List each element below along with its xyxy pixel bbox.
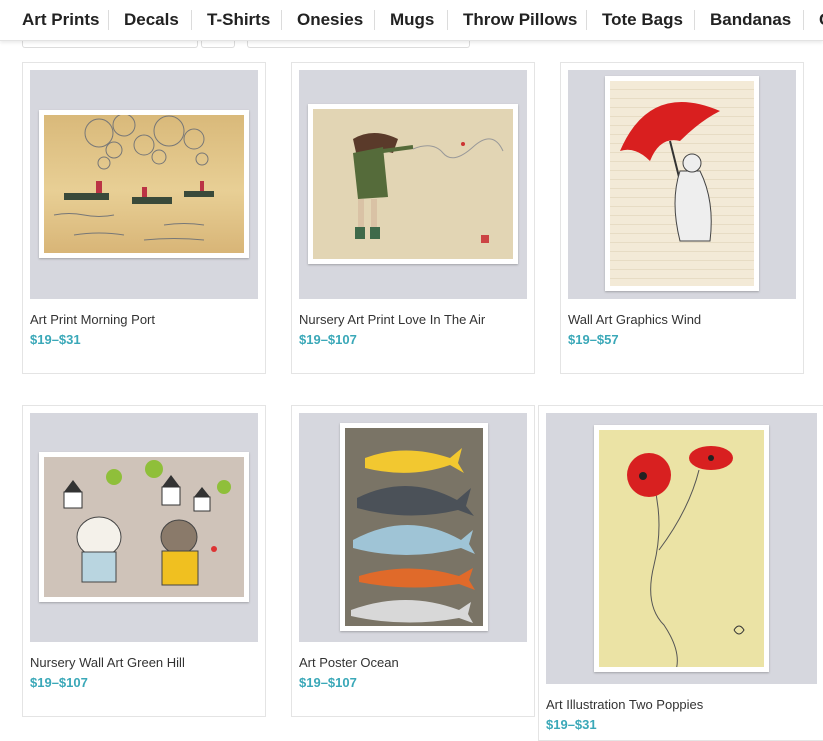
product-image-frame xyxy=(546,413,817,684)
product-card[interactable]: Nursery Wall Art Green Hill $19–$107 xyxy=(22,405,266,717)
nav-item-onesies[interactable]: Onesies xyxy=(297,0,363,40)
nav-divider xyxy=(694,10,695,30)
product-image-frame xyxy=(568,70,796,299)
product-card[interactable]: Nursery Art Print Love In The Air $19–$1… xyxy=(291,62,535,374)
nav-item-t-shirts[interactable]: T-Shirts xyxy=(207,0,270,40)
product-title[interactable]: Wall Art Graphics Wind xyxy=(568,312,701,327)
product-title[interactable]: Art Print Morning Port xyxy=(30,312,155,327)
nav-item-tote-bags[interactable]: Tote Bags xyxy=(602,0,683,40)
nav-item-art-prints[interactable]: Art Prints xyxy=(22,0,99,40)
whales-illustration-icon xyxy=(340,423,488,631)
product-card[interactable]: Art Poster Ocean $19–$107 xyxy=(291,405,535,717)
product-price: $19–$31 xyxy=(30,332,81,347)
nav-divider xyxy=(281,10,282,30)
product-image-frame xyxy=(30,413,258,642)
product-title[interactable]: Nursery Art Print Love In The Air xyxy=(299,312,485,327)
product-image-frame xyxy=(30,70,258,299)
boats-illustration-icon xyxy=(39,110,249,258)
nav-divider xyxy=(803,10,804,30)
product-image-frame xyxy=(299,413,527,642)
nav-item-throw-pillows[interactable]: Throw Pillows xyxy=(463,0,577,40)
nav-divider xyxy=(191,10,192,30)
product-card[interactable]: Wall Art Graphics Wind $19–$57 xyxy=(560,62,804,374)
nav-divider xyxy=(374,10,375,30)
product-card[interactable]: Art Illustration Two Poppies $19–$31 xyxy=(538,405,823,741)
product-title[interactable]: Art Poster Ocean xyxy=(299,655,399,670)
nav-item-bandanas[interactable]: Bandanas xyxy=(710,0,791,40)
poppies-illustration-icon xyxy=(594,425,769,672)
product-price: $19–$107 xyxy=(299,332,357,347)
nav-item-more[interactable]: C xyxy=(819,0,823,40)
nav-divider xyxy=(447,10,448,30)
nav-item-mugs[interactable]: Mugs xyxy=(390,0,434,40)
category-nav: Art Prints Decals T-Shirts Onesies Mugs … xyxy=(0,0,823,41)
product-image-frame xyxy=(299,70,527,299)
animals-village-illustration-icon xyxy=(39,452,249,602)
product-card[interactable]: Art Print Morning Port $19–$31 xyxy=(22,62,266,374)
nav-divider xyxy=(108,10,109,30)
product-title[interactable]: Nursery Wall Art Green Hill xyxy=(30,655,185,670)
product-price: $19–$107 xyxy=(299,675,357,690)
girl-wind-illustration-icon xyxy=(308,104,518,264)
product-price: $19–$57 xyxy=(568,332,619,347)
product-price: $19–$107 xyxy=(30,675,88,690)
product-price: $19–$31 xyxy=(546,717,597,732)
nav-divider xyxy=(586,10,587,30)
nav-item-decals[interactable]: Decals xyxy=(124,0,179,40)
umbrella-girl-illustration-icon xyxy=(605,76,759,291)
product-title[interactable]: Art Illustration Two Poppies xyxy=(546,697,703,712)
